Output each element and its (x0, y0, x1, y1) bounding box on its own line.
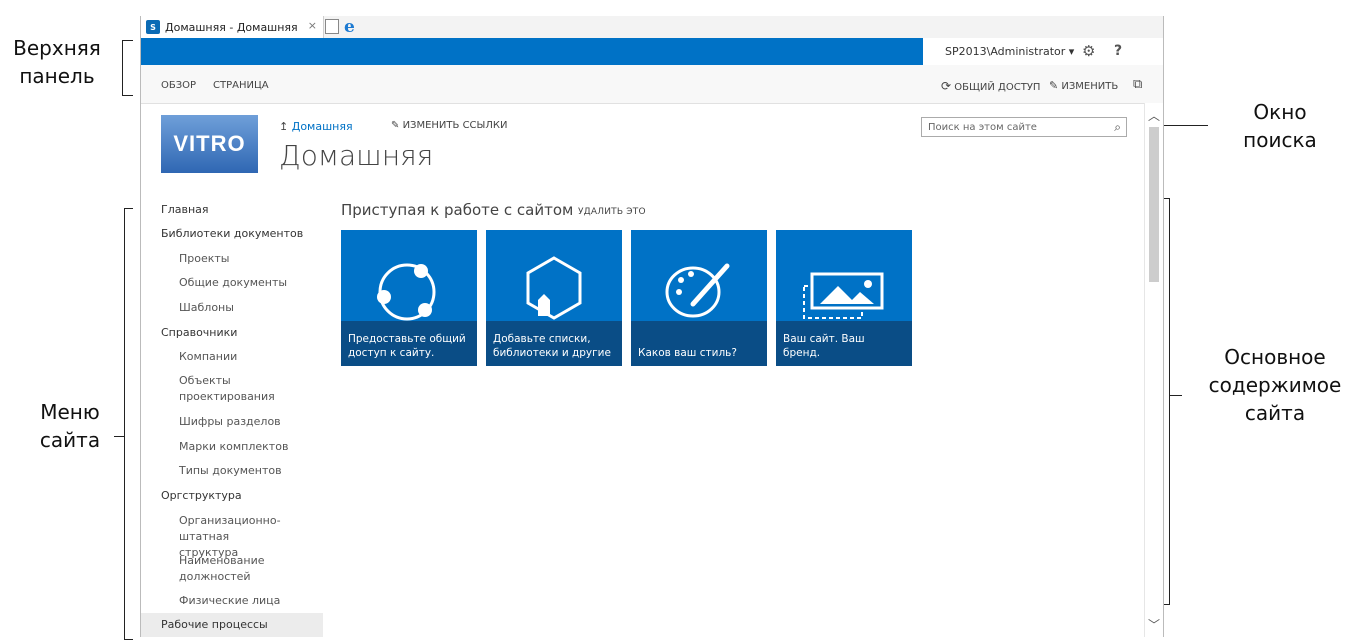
browser-tab[interactable]: S Домашняя - Домашняя × (141, 16, 324, 38)
tile-brand[interactable]: Ваш сайт. Ваш бренд. (776, 230, 912, 366)
annotation-main-content: Основное содержимое сайта (1195, 343, 1355, 427)
tab-browse[interactable]: ОБЗОР (161, 80, 196, 91)
chevron-down-icon[interactable]: ﹀ (1148, 616, 1160, 633)
annotation-line: Окно (1253, 100, 1307, 124)
nav-item-doc-types[interactable]: Типы документов (179, 463, 349, 479)
edit-links-button[interactable]: ✎ ИЗМЕНИТЬ ССЫЛКИ (391, 120, 507, 131)
user-menu[interactable]: SP2013\Administrator ▾ (945, 45, 1074, 58)
annotation-line: содержимое (1208, 373, 1342, 397)
nav-item-shared-docs[interactable]: Общие документы (179, 275, 349, 291)
tile-share-site[interactable]: Предоставьте общий доступ к сайту. (341, 230, 477, 366)
tile-add-apps[interactable]: Добавьте списки, библиотеки и другие (486, 230, 622, 366)
close-icon[interactable]: × (308, 19, 317, 32)
share-icon (377, 263, 436, 321)
annotation-site-menu: Меню сайта (30, 398, 110, 454)
nav-item-persons[interactable]: Физические лица (179, 593, 349, 609)
vertical-scrollbar[interactable]: ︿ ﹀ (1144, 103, 1163, 637)
annotation-search: Окно поиска (1215, 98, 1345, 154)
getting-started-title: Приступая к работе с сайтом (341, 201, 574, 219)
annotation-line: Верхняя (13, 36, 101, 60)
share-button[interactable]: ⟳ ОБЩИЙ ДОСТУП (941, 79, 1040, 93)
return-icon: ↥ (279, 120, 289, 133)
annotation-line: поиска (1243, 128, 1317, 152)
search-placeholder: Поиск на этом сайте (928, 122, 1037, 133)
sharepoint-logo-icon: S (146, 20, 160, 34)
pencil-icon: ✎ (391, 120, 400, 131)
annotation-line: сайта (1244, 401, 1306, 425)
nav-item-doc-libraries[interactable]: Библиотеки документов (161, 226, 331, 242)
breadcrumb-home-label: Домашняя (291, 120, 353, 133)
add-apps-icon (526, 256, 582, 320)
tile-caption: Каков ваш стиль? (631, 321, 767, 366)
site-menu-tick (114, 436, 124, 437)
nav-item-design-objects[interactable]: Объекты проектирования (179, 373, 289, 405)
share-label: ОБЩИЙ ДОСТУП (954, 82, 1041, 93)
edit-button[interactable]: ✎ ИЗМЕНИТЬ (1049, 79, 1118, 92)
annotation-line: сайта (39, 428, 101, 452)
nav-item-workflows[interactable]: Рабочие процессы (141, 613, 323, 637)
annotation-line: Меню (40, 400, 100, 424)
breadcrumb-home-link[interactable]: ↥ Домашняя (279, 120, 353, 133)
chevron-up-icon[interactable]: ︿ (1148, 107, 1160, 124)
tile-caption: Предоставьте общий доступ к сайту. (341, 321, 477, 366)
browser-window: S Домашняя - Домашняя × e SP2013\Adminis… (140, 16, 1164, 637)
tab-page[interactable]: СТРАНИЦА (213, 80, 269, 91)
annotation-line: Основное (1224, 345, 1326, 369)
nav-item-companies[interactable]: Компании (179, 349, 349, 365)
nav-item-positions[interactable]: Наименование должностей (179, 553, 279, 585)
bracket-site-menu (124, 208, 133, 640)
gear-icon[interactable]: ⚙ (1082, 42, 1095, 60)
palette-icon (665, 263, 730, 318)
scroll-thumb[interactable] (1149, 127, 1159, 282)
picture-icon (803, 272, 884, 319)
ribbon: ОБЗОР СТРАНИЦА ⟳ ОБЩИЙ ДОСТУП ✎ ИЗМЕНИТЬ… (141, 65, 1163, 104)
nav-item-org-structure[interactable]: Оргструктура (161, 488, 331, 504)
nav-item-templates[interactable]: Шаблоны (179, 300, 349, 316)
main-content-tick (1170, 395, 1182, 396)
user-area: SP2013\Administrator ▾ ⚙ ? (923, 38, 1163, 65)
help-icon[interactable]: ? (1114, 43, 1122, 59)
edit-links-label: ИЗМЕНИТЬ ССЫЛКИ (402, 120, 508, 131)
tile-caption: Добавьте списки, библиотеки и другие (486, 321, 622, 366)
new-tab-icon[interactable] (325, 19, 339, 34)
nav-item-directories[interactable]: Справочники (161, 325, 331, 341)
edit-label: ИЗМЕНИТЬ (1061, 81, 1119, 92)
annotation-line: панель (19, 64, 95, 88)
nav-item-set-marks[interactable]: Марки комплектов (179, 439, 349, 455)
remove-this-link[interactable]: УДАЛИТЬ ЭТО (578, 207, 646, 217)
nav-item-home[interactable]: Главная (161, 202, 331, 218)
bracket-top-bar (122, 40, 133, 96)
tab-title: Домашняя - Домашняя (165, 20, 298, 34)
share-action-icon: ⟳ (941, 79, 952, 93)
nav-item-projects[interactable]: Проекты (179, 251, 349, 267)
search-icon[interactable]: ⌕ (1114, 120, 1121, 135)
site-logo[interactable]: VITRO (161, 115, 258, 173)
nav-item-section-codes[interactable]: Шифры разделов (179, 414, 349, 430)
tile-style[interactable]: Каков ваш стиль? (631, 230, 767, 366)
page-title: Домашняя (279, 139, 434, 172)
annotation-top-bar: Верхняя панель (4, 34, 110, 90)
tile-caption: Ваш сайт. Ваш бренд. (776, 321, 912, 366)
search-input[interactable]: Поиск на этом сайте ⌕ (921, 117, 1127, 137)
tab-strip: S Домашняя - Домашняя × e (141, 16, 1163, 39)
pencil-icon: ✎ (1049, 79, 1059, 92)
focus-mode-icon[interactable]: ⧉ (1133, 77, 1142, 92)
internet-explorer-icon[interactable]: e (344, 17, 355, 37)
